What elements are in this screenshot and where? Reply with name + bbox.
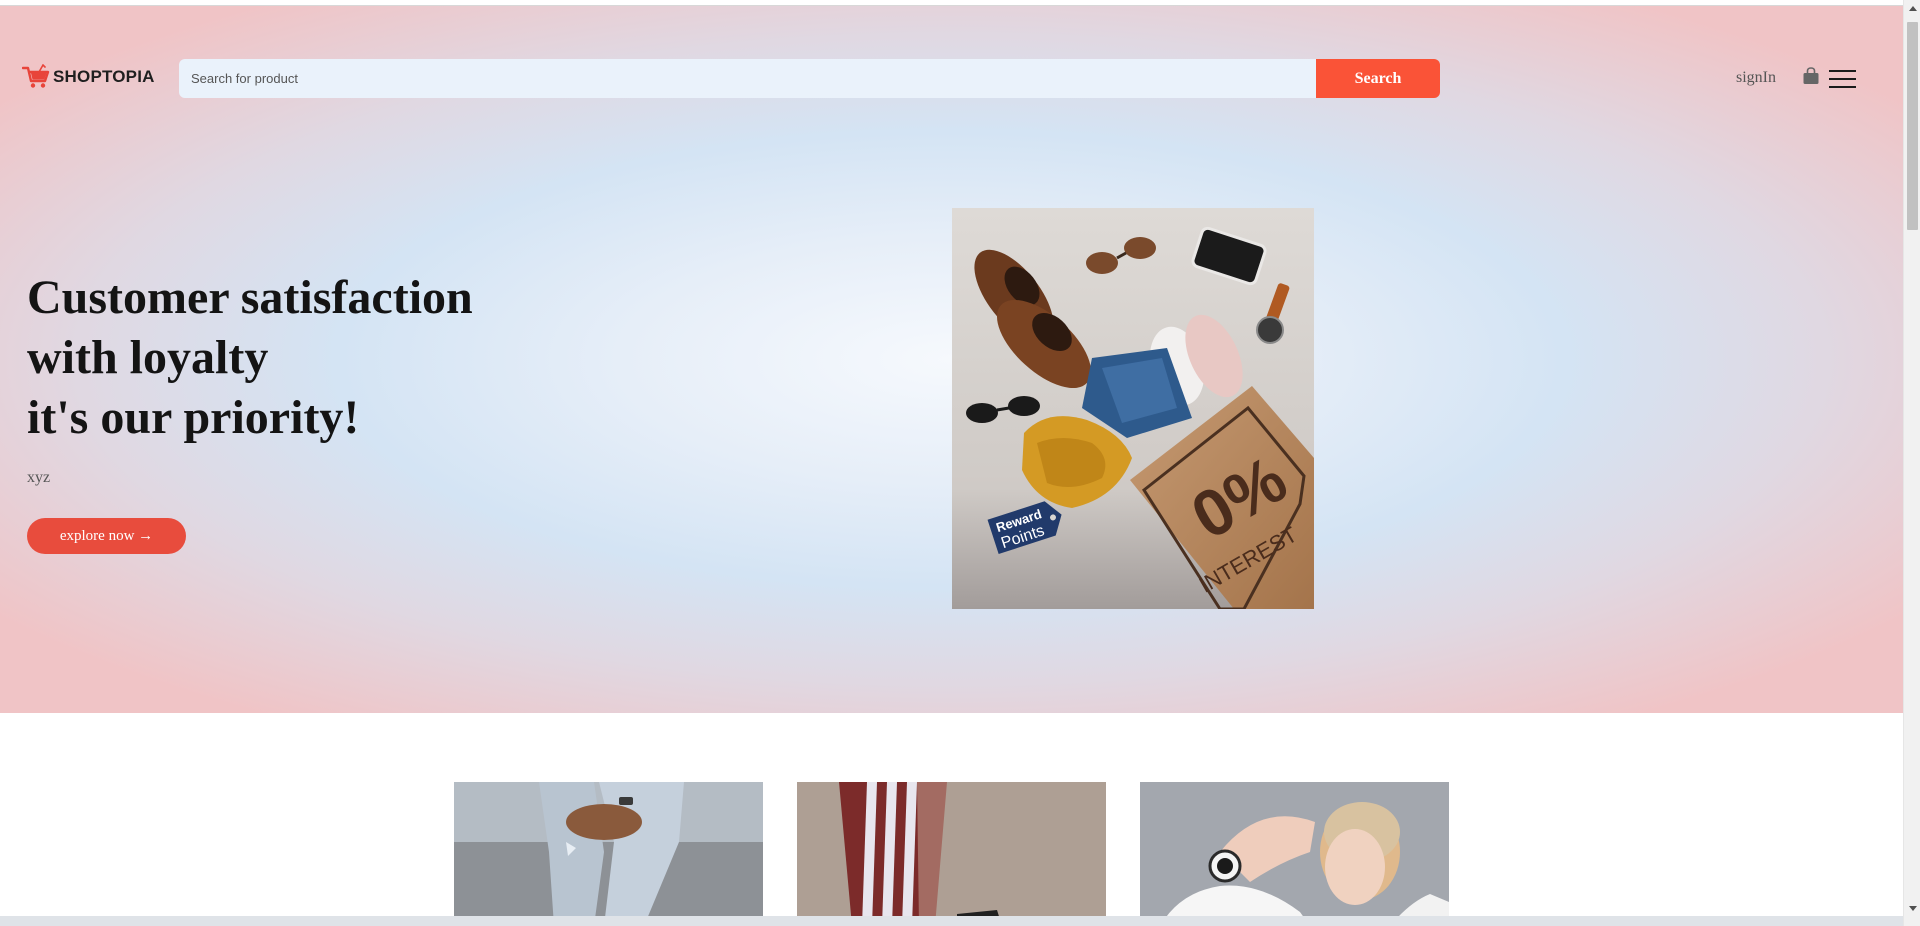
jeans-sneakers-photo <box>454 782 763 926</box>
shopping-flatlay-illustration: 0% INTEREST Reward Points <box>952 208 1314 609</box>
explore-now-button[interactable]: explore now → <box>27 518 186 554</box>
product-card[interactable] <box>797 782 1106 926</box>
headline-line-2: with loyalty <box>27 331 269 384</box>
brand-logo[interactable]: SHOPTOPIA <box>22 64 155 90</box>
hero-subtext: xyz <box>27 469 51 486</box>
product-card[interactable] <box>454 782 763 926</box>
track-pants-photo <box>797 782 1106 926</box>
brand-name: SHOPTOPIA <box>53 67 155 86</box>
vertical-scrollbar[interactable] <box>1903 0 1920 926</box>
scroll-down-arrow-icon[interactable] <box>1909 906 1917 911</box>
search-bar: Search <box>179 59 1440 98</box>
page-viewport: SHOPTOPIA Search signIn Customer satisfa… <box>0 0 1903 926</box>
shopping-cart-icon <box>22 64 50 88</box>
headline-line-3: it's our priority! <box>27 391 360 444</box>
headline-line-1: Customer satisfaction <box>27 271 473 324</box>
hero-headline: Customer satisfaction with loyalty it's … <box>27 268 473 448</box>
hamburger-menu-icon[interactable] <box>1829 70 1856 88</box>
scroll-up-arrow-icon[interactable] <box>1909 6 1917 11</box>
bottom-scroll-track <box>0 916 1903 926</box>
hero-product-image: 0% INTEREST Reward Points <box>952 208 1314 609</box>
navbar: SHOPTOPIA Search signIn <box>0 52 1903 102</box>
smartwatch-woman-photo <box>1140 782 1449 926</box>
search-button[interactable]: Search <box>1316 59 1440 98</box>
scrollbar-thumb[interactable] <box>1907 22 1918 230</box>
signin-link[interactable]: signIn <box>1736 69 1776 87</box>
shopping-bag-icon[interactable] <box>1802 67 1820 85</box>
product-card[interactable] <box>1140 782 1449 926</box>
search-input[interactable] <box>179 59 1316 98</box>
